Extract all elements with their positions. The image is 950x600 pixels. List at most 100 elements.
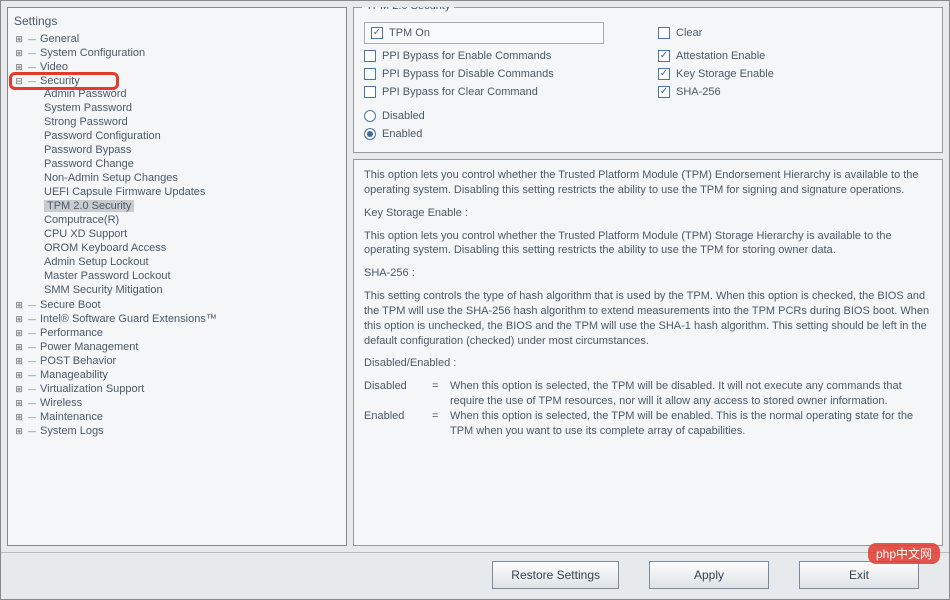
checkbox-label: Attestation Enable — [676, 50, 765, 62]
definition-text: When this option is selected, the TPM wi… — [450, 409, 932, 439]
tree-subitem-password-change[interactable]: Password Change — [44, 158, 134, 170]
checkbox-icon — [364, 68, 376, 80]
option-description-box: This option lets you control whether the… — [353, 159, 943, 546]
checkbox-ppi-disable[interactable]: PPI Bypass for Disable Commands — [364, 68, 638, 80]
tree-subitem-uefi-capsule-firmware-updates[interactable]: UEFI Capsule Firmware Updates — [44, 186, 205, 198]
checkbox-icon — [371, 27, 383, 39]
tree-label: System Logs — [40, 425, 104, 437]
expander-icon: ⊞ — [14, 356, 24, 366]
checkbox-ppi-enable[interactable]: PPI Bypass for Enable Commands — [364, 50, 638, 62]
checkbox-icon — [658, 50, 670, 62]
tree-label: Video — [40, 61, 68, 73]
action-footer: Restore Settings Apply Exit — [1, 552, 949, 599]
expander-icon: ⊞ — [14, 328, 24, 338]
description-heading: SHA-256 : — [364, 266, 932, 281]
tree-item-secure-boot[interactable]: ⊞ Secure Boot — [14, 299, 340, 311]
expander-icon: ⊞ — [14, 412, 24, 422]
definition-key: Disabled — [364, 379, 424, 409]
expander-icon: ⊞ — [14, 342, 24, 352]
radio-icon — [364, 128, 376, 140]
checkbox-icon — [364, 86, 376, 98]
tree-subitem-admin-password[interactable]: Admin Password — [44, 88, 127, 100]
checkbox-icon — [658, 68, 670, 80]
checkbox-key-storage-enable[interactable]: Key Storage Enable — [658, 68, 932, 80]
tree-item-wireless[interactable]: ⊞Wireless — [14, 397, 340, 409]
collapse-icon: ⊟ — [14, 76, 24, 86]
tree-subitem-strong-password[interactable]: Strong Password — [44, 116, 128, 128]
expander-icon: ⊞ — [14, 300, 24, 310]
tree-item-post-behavior[interactable]: ⊞ POST Behavior — [14, 355, 340, 367]
tree-label: Maintenance — [40, 411, 103, 423]
expander-icon: ⊞ — [14, 34, 24, 44]
sidebar-title: Settings — [14, 12, 340, 32]
tree-item-system-logs[interactable]: ⊞System Logs — [14, 425, 340, 437]
checkbox-ppi-clear[interactable]: PPI Bypass for Clear Command — [364, 86, 638, 98]
tree-item-general[interactable]: ⊞ General — [14, 33, 340, 45]
tree-subitem-system-password[interactable]: System Password — [44, 102, 132, 114]
description-text: This setting controls the type of hash a… — [364, 289, 932, 348]
tree-item-intel-software-guard-extensions-[interactable]: ⊞ Intel® Software Guard Extensions™ — [14, 313, 340, 325]
definition-key: Enabled — [364, 409, 424, 439]
tpm-security-group: TPM 2.0 Security TPM OnClearPPI Bypass f… — [353, 7, 943, 153]
tree-label: Intel® Software Guard Extensions™ — [40, 313, 217, 325]
description-definition: Enabled = When this option is selected, … — [364, 409, 932, 439]
tree-item-manageability[interactable]: ⊞Manageability — [14, 369, 340, 381]
tree-item-maintenance[interactable]: ⊞ Maintenance — [14, 411, 340, 423]
checkbox-tpm-on[interactable]: TPM On — [364, 22, 604, 44]
tree-subitem-master-password-lockout[interactable]: Master Password Lockout — [44, 270, 171, 282]
definition-text: When this option is selected, the TPM wi… — [450, 379, 932, 409]
checkbox-label: Clear — [676, 27, 702, 39]
expander-icon: ⊞ — [14, 314, 24, 324]
checkbox-icon — [658, 27, 670, 39]
apply-button[interactable]: Apply — [649, 561, 769, 589]
tree-subitem-password-configuration[interactable]: Password Configuration — [44, 130, 161, 142]
tree-item-security[interactable]: ⊟ Security — [14, 75, 340, 87]
tree-branch-icon — [28, 47, 36, 59]
tree-item-video[interactable]: ⊞ Video — [14, 61, 340, 73]
tree-branch-icon — [28, 383, 36, 395]
checkbox-clear[interactable]: Clear — [658, 22, 932, 44]
tree-item-system-configuration[interactable]: ⊞ System Configuration — [14, 47, 340, 59]
radio-enabled[interactable]: Enabled — [364, 128, 932, 140]
tree-subitem-non-admin-setup-changes[interactable]: Non-Admin Setup Changes — [44, 172, 178, 184]
radio-label: Enabled — [382, 128, 422, 140]
tree-item-power-management[interactable]: ⊞Power Management — [14, 341, 340, 353]
tree-label: POST Behavior — [40, 355, 116, 367]
tree-subitem-admin-setup-lockout[interactable]: Admin Setup Lockout — [44, 256, 149, 268]
tree-branch-icon — [28, 61, 36, 73]
radio-disabled[interactable]: Disabled — [364, 110, 932, 122]
tree-subitem-computrace-r-[interactable]: Computrace(R) — [44, 214, 119, 226]
tree-branch-icon — [28, 313, 36, 325]
checkbox-sha-256[interactable]: SHA-256 — [658, 86, 932, 98]
checkbox-label: TPM On — [389, 27, 430, 39]
checkbox-icon — [658, 86, 670, 98]
tree-item-virtualization-support[interactable]: ⊞Virtualization Support — [14, 383, 340, 395]
expander-icon: ⊞ — [14, 48, 24, 58]
tree-branch-icon — [28, 397, 36, 409]
dash-icon: = — [432, 409, 442, 439]
restore-settings-button[interactable]: Restore Settings — [492, 561, 619, 589]
expander-icon: ⊞ — [14, 398, 24, 408]
tree-branch-icon — [28, 75, 36, 87]
tree-branch-icon — [28, 341, 36, 353]
description-text: This option lets you control whether the… — [364, 229, 932, 259]
radio-label: Disabled — [382, 110, 425, 122]
watermark-badge: php中文网 — [868, 543, 940, 564]
tree-subitem-cpu-xd-support[interactable]: CPU XD Support — [44, 228, 127, 240]
checkbox-attestation-enable[interactable]: Attestation Enable — [658, 50, 932, 62]
tree-subitem-smm-security-mitigation[interactable]: SMM Security Mitigation — [44, 284, 163, 296]
expander-icon: ⊞ — [14, 62, 24, 72]
settings-tree-sidebar: Settings ⊞ General ⊞ System Configuratio… — [7, 7, 347, 546]
tree-branch-icon — [28, 425, 36, 437]
tree-branch-icon — [28, 33, 36, 45]
tree-branch-icon — [28, 327, 36, 339]
settings-detail-panel: TPM 2.0 Security TPM OnClearPPI Bypass f… — [353, 7, 943, 546]
exit-button[interactable]: Exit — [799, 561, 919, 589]
tree-branch-icon — [28, 299, 36, 311]
tree-subitem-password-bypass[interactable]: Password Bypass — [44, 144, 131, 156]
tree-item-performance[interactable]: ⊞Performance — [14, 327, 340, 339]
tree-branch-icon — [28, 355, 36, 367]
tree-label: Secure Boot — [40, 299, 101, 311]
tree-subitem-tpm-2-0-security[interactable]: TPM 2.0 Security — [44, 200, 134, 212]
tree-subitem-orom-keyboard-access[interactable]: OROM Keyboard Access — [44, 242, 166, 254]
